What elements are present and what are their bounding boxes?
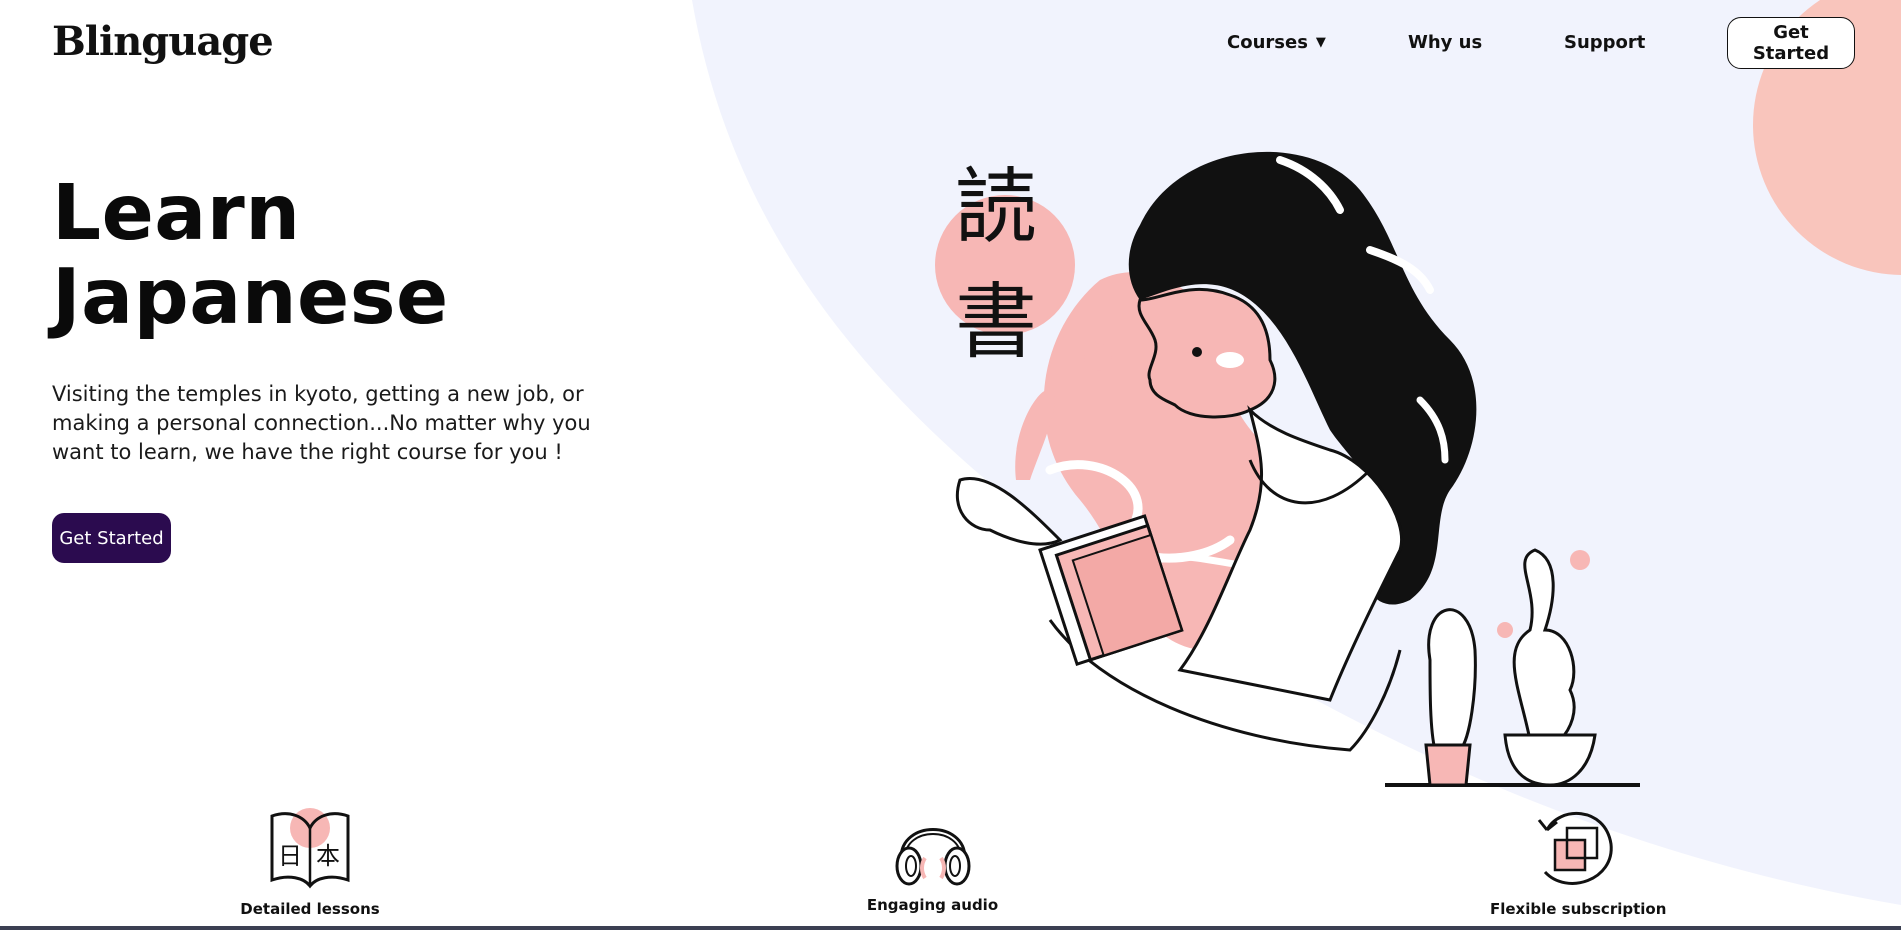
hand bbox=[955, 477, 1063, 546]
hero-section: Learn Japanese Visiting the temples in k… bbox=[52, 172, 612, 465]
header-get-started-button[interactable]: Get Started bbox=[1727, 17, 1855, 69]
hero-title-line-1: Learn bbox=[52, 169, 301, 258]
hero-title: Learn Japanese bbox=[52, 172, 612, 340]
shelf-line bbox=[1385, 783, 1640, 787]
nav-why-us[interactable]: Why us bbox=[1408, 32, 1482, 53]
features-row: 日 本 Detailed lessons Engaging audio Flex… bbox=[0, 800, 1901, 930]
nav-support[interactable]: Support bbox=[1564, 32, 1645, 53]
book-glyph-left: 日 bbox=[278, 842, 302, 870]
bowl-pot bbox=[1503, 733, 1597, 787]
tall-cactus bbox=[1512, 548, 1576, 742]
brand-logo[interactable]: Blinguage bbox=[52, 18, 274, 65]
cactus-flower-2 bbox=[1497, 622, 1513, 638]
feature-label: Detailed lessons bbox=[240, 900, 380, 918]
feature-label: Flexible subscription bbox=[1490, 900, 1667, 918]
woman-reading-illustration: 読 書 bbox=[935, 151, 1640, 787]
small-pot bbox=[1424, 743, 1472, 787]
book-glyph-right: 本 bbox=[316, 842, 340, 870]
feature-flexible-subscription: Flexible subscription bbox=[1490, 800, 1667, 918]
site-header: Blinguage Courses ▼ Why us Support Get St… bbox=[0, 0, 1901, 88]
eye bbox=[1192, 347, 1202, 357]
nav-courses[interactable]: Courses ▼ bbox=[1227, 32, 1326, 53]
feature-detailed-lessons: 日 本 Detailed lessons bbox=[230, 800, 390, 918]
cactus-flower bbox=[1570, 550, 1590, 570]
hero-description: Visiting the temples in kyoto, getting a… bbox=[52, 382, 591, 464]
kanji-top: 読 bbox=[955, 160, 1037, 255]
cheek bbox=[1216, 352, 1244, 368]
caret-down-icon: ▼ bbox=[1315, 35, 1326, 50]
nav-courses-label: Courses bbox=[1227, 32, 1308, 53]
cycle-squares-icon bbox=[1537, 811, 1613, 885]
small-cactus bbox=[1427, 608, 1477, 752]
open-book-icon: 日 本 bbox=[270, 808, 350, 889]
pink-dot bbox=[1084, 343, 1112, 371]
hero-title-line-2: Japanese bbox=[52, 253, 449, 342]
hero-get-started-button[interactable]: Get Started bbox=[52, 513, 171, 563]
face bbox=[1137, 287, 1277, 419]
feature-label: Engaging audio bbox=[866, 896, 999, 914]
bottom-divider bbox=[0, 926, 1901, 930]
kanji-bottom: 書 bbox=[955, 275, 1037, 370]
feature-engaging-audio: Engaging audio bbox=[860, 800, 1005, 914]
headphones-icon bbox=[895, 828, 970, 886]
